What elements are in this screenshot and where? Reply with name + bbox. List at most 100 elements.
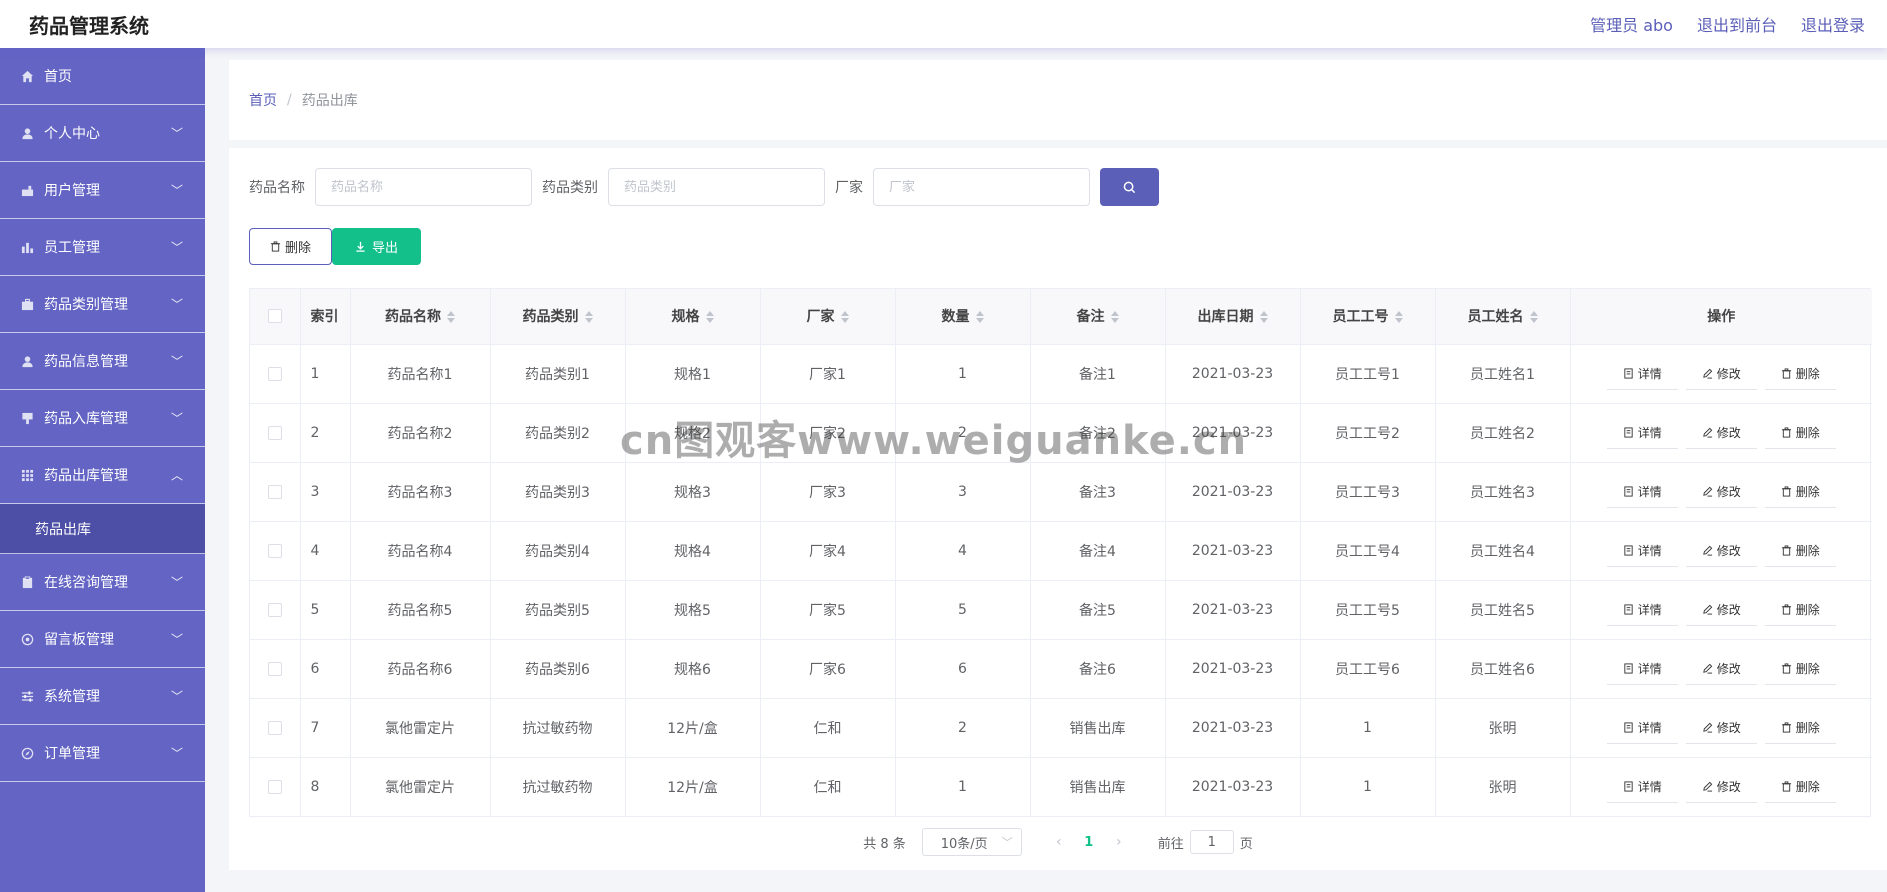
column-header-manufacturer[interactable]: 厂家 — [760, 289, 896, 345]
sidebar-item-drug-outbound[interactable]: 药品出库管理 ︿ — [0, 447, 205, 504]
sort-icon[interactable] — [1110, 311, 1119, 324]
next-page-button[interactable]: › — [1104, 834, 1134, 850]
sort-icon[interactable] — [1529, 311, 1538, 324]
sort-icon[interactable] — [447, 311, 455, 324]
detail-button[interactable]: 详情 — [1606, 416, 1678, 449]
goto-page-input[interactable] — [1189, 830, 1234, 854]
sort-icon[interactable] — [975, 311, 984, 324]
detail-button[interactable]: 详情 — [1606, 770, 1678, 803]
search-button[interactable] — [1100, 168, 1159, 206]
prev-page-button[interactable]: ‹ — [1044, 834, 1074, 850]
detail-button[interactable]: 详情 — [1606, 711, 1678, 744]
sidebar-item-orders[interactable]: 订单管理 ﹀ — [0, 725, 205, 782]
cell-remark: 销售出库 — [1030, 757, 1166, 816]
sidebar-item-users[interactable]: 用户管理 ﹀ — [0, 162, 205, 219]
sidebar-item-drug-info[interactable]: 药品信息管理 ﹀ — [0, 333, 205, 390]
admin-link[interactable]: 管理员 abo — [1590, 12, 1673, 36]
edit-button[interactable]: 修改 — [1685, 711, 1757, 744]
column-header-category[interactable]: 药品类别 — [490, 289, 626, 345]
breadcrumb-home[interactable]: 首页 — [249, 90, 277, 110]
logout-link[interactable]: 退出登录 — [1801, 12, 1865, 36]
column-header-spec[interactable]: 规格 — [625, 289, 761, 345]
sidebar: 首页 个人中心 ﹀ 用户管理 ﹀ 员工管理 ﹀ 药品类别管理 ﹀ 药品信息管理 … — [0, 48, 205, 892]
delete-button[interactable]: 删除 — [1764, 416, 1836, 449]
edit-button[interactable]: 修改 — [1685, 593, 1757, 626]
sidebar-item-drug-category[interactable]: 药品类别管理 ﹀ — [0, 276, 205, 333]
edit-button[interactable]: 修改 — [1685, 475, 1757, 508]
detail-button[interactable]: 详情 — [1606, 357, 1678, 390]
frontend-link[interactable]: 退出到前台 — [1697, 12, 1777, 36]
column-header-staff-name[interactable]: 员工姓名 — [1435, 289, 1571, 345]
sidebar-subitem-drug-outbound[interactable]: 药品出库 — [0, 504, 205, 554]
edit-button[interactable]: 修改 — [1685, 534, 1757, 567]
select-all-checkbox[interactable] — [267, 309, 282, 324]
sidebar-item-label: 用户管理 — [44, 183, 100, 199]
delete-button[interactable]: 删除 — [1764, 357, 1836, 390]
detail-button[interactable]: 详情 — [1606, 475, 1678, 508]
sidebar-item-consult[interactable]: 在线咨询管理 ﹀ — [0, 554, 205, 611]
cell-quantity: 6 — [895, 639, 1031, 699]
row-checkbox[interactable] — [267, 779, 282, 794]
sort-icon[interactable] — [840, 311, 849, 324]
column-header-date[interactable]: 出库日期 — [1165, 289, 1301, 345]
trash-icon — [1781, 485, 1791, 497]
delete-button[interactable]: 删除 — [1764, 475, 1836, 508]
cell-manufacturer: 厂家3 — [760, 462, 896, 522]
column-header-drug-name[interactable]: 药品名称 — [350, 289, 491, 345]
cell-category: 药品类别3 — [490, 462, 626, 522]
drug-name-input[interactable] — [315, 168, 532, 206]
manufacturer-input[interactable] — [873, 168, 1090, 206]
column-header-remark[interactable]: 备注 — [1030, 289, 1166, 345]
row-checkbox[interactable] — [267, 543, 282, 558]
sidebar-item-label: 药品类别管理 — [44, 297, 128, 313]
cell-actions: 详情 修改 删除 — [1570, 639, 1872, 699]
row-checkbox[interactable] — [267, 602, 282, 617]
table-row: 1 药品名称1 药品类别1 规格1 厂家1 1 备注1 2021-03-23 员工工号1 员工姓名… — [250, 344, 1872, 404]
delete-button[interactable]: 删除 — [1764, 711, 1836, 744]
edit-button[interactable]: 修改 — [1685, 416, 1757, 449]
sort-icon[interactable] — [1259, 311, 1268, 324]
column-header-staff-id[interactable]: 员工工号 — [1300, 289, 1436, 345]
detail-button[interactable]: 详情 — [1606, 593, 1678, 626]
detail-button[interactable]: 详情 — [1606, 534, 1678, 567]
sidebar-item-drug-inbound[interactable]: 药品入库管理 ﹀ — [0, 390, 205, 447]
outbound-table: 索引 药品名称 药品类别 规格 厂家 数量 备注 出库日期 员工工号 员工姓名 … — [249, 288, 1872, 817]
sidebar-item-profile[interactable]: 个人中心 ﹀ — [0, 105, 205, 162]
cell-actions: 详情 修改 删除 — [1570, 403, 1872, 463]
sort-icon[interactable] — [705, 311, 714, 324]
sort-icon[interactable] — [1394, 311, 1403, 324]
row-checkbox[interactable] — [267, 425, 282, 440]
user-icon — [20, 354, 34, 368]
sidebar-item-home[interactable]: 首页 — [0, 48, 205, 105]
sidebar-item-system[interactable]: 系统管理 ﹀ — [0, 668, 205, 725]
cell-drug-name: 药品名称6 — [350, 639, 491, 699]
row-checkbox[interactable] — [267, 484, 282, 499]
column-header-quantity[interactable]: 数量 — [895, 289, 1031, 345]
edit-label: 修改 — [1716, 661, 1741, 676]
row-checkbox[interactable] — [267, 366, 282, 381]
page-size-select[interactable]: 10条/页 ﹀ — [921, 828, 1022, 856]
header-links: 管理员 abo 退出到前台 退出登录 — [1590, 12, 1865, 36]
cell-staff-id: 员工工号1 — [1300, 344, 1436, 404]
delete-button[interactable]: 删除 — [1764, 770, 1836, 803]
sidebar-item-staff[interactable]: 员工管理 ﹀ — [0, 219, 205, 276]
detail-button[interactable]: 详情 — [1606, 652, 1678, 685]
delete-button[interactable]: 删除 — [1764, 652, 1836, 685]
edit-button[interactable]: 修改 — [1685, 770, 1757, 803]
delete-button[interactable]: 删除 — [1764, 534, 1836, 567]
row-checkbox[interactable] — [267, 720, 282, 735]
batch-delete-button[interactable]: 删除 — [249, 228, 332, 265]
cell-index: 3 — [300, 462, 351, 522]
row-checkbox[interactable] — [267, 661, 282, 676]
edit-button[interactable]: 修改 — [1685, 652, 1757, 685]
export-button[interactable]: 导出 — [332, 228, 421, 265]
cell-index: 1 — [300, 344, 351, 404]
edit-button[interactable]: 修改 — [1685, 357, 1757, 390]
cell-quantity: 5 — [895, 580, 1031, 640]
drug-category-input[interactable] — [608, 168, 825, 206]
delete-button[interactable]: 删除 — [1764, 593, 1836, 626]
sort-icon[interactable] — [584, 311, 593, 324]
sidebar-item-message-board[interactable]: 留言板管理 ﹀ — [0, 611, 205, 668]
page-number-current[interactable]: 1 — [1074, 835, 1104, 850]
cell-staff-name: 员工姓名5 — [1435, 580, 1571, 640]
